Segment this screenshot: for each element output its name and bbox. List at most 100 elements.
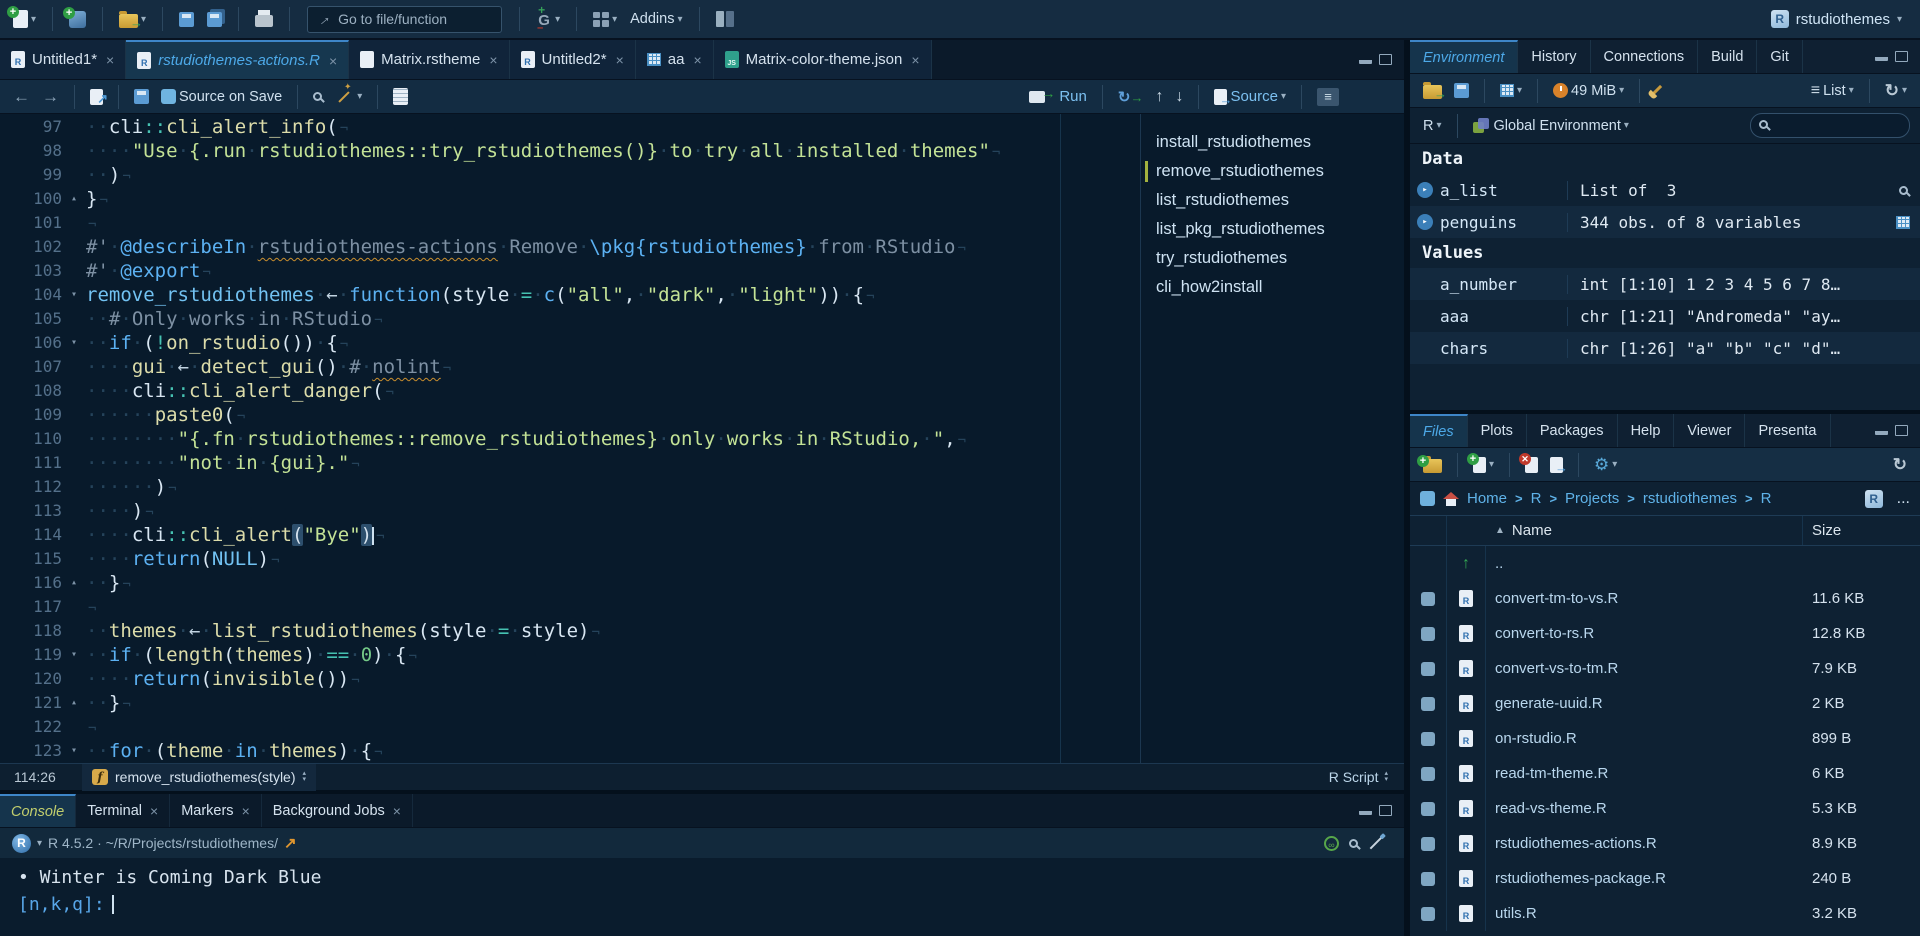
scope-selector[interactable]: f remove_rstudiothemes(style) ▴▾ xyxy=(82,764,316,791)
save-workspace-button[interactable] xyxy=(1451,77,1472,105)
run-previous-button[interactable]: ↑ xyxy=(1152,83,1166,111)
find-replace-button[interactable] xyxy=(310,83,325,111)
forward-button[interactable]: → xyxy=(39,83,62,111)
breadcrumb-item[interactable]: Projects xyxy=(1565,490,1619,507)
environment-search[interactable] xyxy=(1750,113,1910,138)
breadcrumb-item[interactable]: rstudiothemes xyxy=(1643,490,1737,507)
fold-marker-icon[interactable]: ▴ xyxy=(62,187,86,211)
file-checkbox[interactable] xyxy=(1421,907,1435,921)
search-console-icon[interactable] xyxy=(1349,839,1358,848)
environment-search-input[interactable] xyxy=(1750,113,1910,138)
tab-environment[interactable]: Environment xyxy=(1410,40,1518,73)
project-menu[interactable]: R rstudiothemes ▾ xyxy=(1768,5,1910,33)
magnifier-button[interactable] xyxy=(1886,186,1920,195)
more-file-commands-button[interactable]: ⚙▾ xyxy=(1591,451,1620,479)
env-row[interactable]: a_numberint [1:10] 1 2 3 4 5 6 7 8… xyxy=(1410,268,1920,300)
file-row[interactable]: Rconvert-to-rs.R12.8 KB xyxy=(1410,616,1920,651)
close-icon[interactable]: × xyxy=(393,803,401,819)
select-all-checkbox[interactable] xyxy=(1420,491,1435,506)
outline-item[interactable]: try_rstudiothemes xyxy=(1141,244,1404,273)
file-checkbox[interactable] xyxy=(1421,837,1435,851)
open-directory-icon[interactable]: ↗ xyxy=(284,834,297,852)
workspace-panes-button[interactable]: ▾ xyxy=(590,5,620,33)
file-checkbox[interactable] xyxy=(1421,767,1435,781)
new-file-button[interactable]: +▾ xyxy=(10,5,39,33)
maximize-pane-icon[interactable] xyxy=(1379,54,1392,65)
console-tab[interactable]: Background Jobs× xyxy=(262,794,413,827)
file-row[interactable]: Rgenerate-uuid.R2 KB xyxy=(1410,686,1920,721)
file-checkbox[interactable] xyxy=(1421,662,1435,676)
addins-button[interactable]: Addins▾ xyxy=(627,5,685,33)
tab-files[interactable]: Files xyxy=(1410,414,1468,447)
show-panel-button[interactable] xyxy=(713,5,737,33)
print-button[interactable] xyxy=(252,5,276,33)
file-row[interactable]: Ron-rstudio.R899 B xyxy=(1410,721,1920,756)
fold-marker-icon[interactable]: ▴ xyxy=(62,691,86,715)
outline-item[interactable]: install_rstudiothemes xyxy=(1141,128,1404,157)
working-directory[interactable]: ~/R/Projects/rstudiothemes/ xyxy=(106,835,278,851)
file-name-label[interactable]: generate-uuid.R xyxy=(1495,695,1603,712)
size-column-header[interactable]: Size xyxy=(1803,522,1920,539)
tab-packages[interactable]: Packages xyxy=(1527,414,1618,447)
file-checkbox[interactable] xyxy=(1421,697,1435,711)
version-control-button[interactable]: G▾ xyxy=(533,5,563,33)
tab-viewer[interactable]: Viewer xyxy=(1674,414,1745,447)
refresh-environment-button[interactable]: ↻▾ xyxy=(1882,77,1910,105)
file-row[interactable]: Rconvert-vs-to-tm.R7.9 KB xyxy=(1410,651,1920,686)
project-folder-icon[interactable]: R xyxy=(1865,490,1883,508)
save-button[interactable] xyxy=(176,5,197,33)
editor-tab[interactable]: RUntitled1*× xyxy=(0,40,126,79)
outline-item[interactable]: list_pkg_rstudiothemes xyxy=(1141,215,1404,244)
fold-marker-icon[interactable]: ▾ xyxy=(62,283,86,307)
outline-item[interactable]: cli_how2install xyxy=(1141,273,1404,302)
console-output[interactable]: • Winter is Coming Dark Blue [n,k,q]: xyxy=(0,858,1404,924)
breadcrumb-item[interactable]: R xyxy=(1761,490,1772,507)
import-dataset-button[interactable]: ▾ xyxy=(1497,77,1525,105)
close-icon[interactable]: × xyxy=(106,52,114,68)
delete-file-button[interactable]: ✕ xyxy=(1522,451,1541,479)
env-row[interactable]: charschr [1:26] "a" "b" "c" "d"… xyxy=(1410,332,1920,364)
table-button[interactable] xyxy=(1886,216,1920,229)
file-name-label[interactable]: rstudiothemes-package.R xyxy=(1495,870,1666,887)
save-source-button[interactable] xyxy=(131,83,152,111)
code-tools-button[interactable]: ▾ xyxy=(331,83,365,111)
new-blank-file-button[interactable]: +▾ xyxy=(1470,451,1497,479)
file-name-label[interactable]: convert-tm-to-vs.R xyxy=(1495,590,1618,607)
document-outline-button[interactable]: ≡ xyxy=(1314,83,1342,111)
back-button[interactable]: ← xyxy=(10,83,33,111)
file-checkbox[interactable] xyxy=(1421,732,1435,746)
console-tab[interactable]: Console xyxy=(0,794,76,827)
environment-selector[interactable]: Global Environment▾ xyxy=(1470,112,1632,140)
code-editor[interactable]: 97··cli::cli_alert_info(¬98····"Use·{.ru… xyxy=(0,114,1404,763)
file-name-label[interactable]: convert-to-rs.R xyxy=(1495,625,1594,642)
minimize-pane-icon[interactable] xyxy=(1359,56,1372,64)
clear-console-icon[interactable] xyxy=(1370,837,1383,850)
file-row[interactable]: Rrstudiothemes-package.R240 B xyxy=(1410,861,1920,896)
display-mode-selector[interactable]: ≡List▾ xyxy=(1808,77,1857,105)
new-project-button[interactable]: + xyxy=(66,5,89,33)
file-name-label[interactable]: convert-vs-to-tm.R xyxy=(1495,660,1618,677)
maximize-pane-icon[interactable] xyxy=(1895,51,1908,62)
file-row[interactable]: Rrstudiothemes-actions.R8.9 KB xyxy=(1410,826,1920,861)
refresh-files-button[interactable]: ↻ xyxy=(1890,451,1910,479)
close-icon[interactable]: × xyxy=(489,52,497,68)
tab-build[interactable]: Build xyxy=(1698,40,1757,73)
editor-tab[interactable]: aa× xyxy=(636,40,714,79)
breadcrumb-item[interactable]: R xyxy=(1531,490,1542,507)
r-logo-icon[interactable]: R xyxy=(12,834,31,853)
file-checkbox[interactable] xyxy=(1421,802,1435,816)
fold-marker-icon[interactable]: ▴ xyxy=(62,571,86,595)
file-name-label[interactable]: rstudiothemes-actions.R xyxy=(1495,835,1657,852)
file-checkbox[interactable] xyxy=(1421,627,1435,641)
env-row[interactable]: ▸penguins344 obs. of 8 variables xyxy=(1410,206,1920,238)
console-tab[interactable]: Markers× xyxy=(170,794,262,827)
open-file-button[interactable]: →▾ xyxy=(116,5,149,33)
file-row[interactable]: Rutils.R3.2 KB xyxy=(1410,896,1920,931)
goto-file-function[interactable]: → xyxy=(307,6,502,33)
goto-file-input[interactable] xyxy=(307,6,502,33)
expand-button[interactable]: ▸ xyxy=(1410,214,1440,230)
close-icon[interactable]: × xyxy=(911,52,919,68)
popout-button[interactable]: ↗ xyxy=(87,83,106,111)
file-row[interactable]: Rconvert-tm-to-vs.R11.6 KB xyxy=(1410,581,1920,616)
breadcrumb-item[interactable]: Home xyxy=(1467,490,1507,507)
